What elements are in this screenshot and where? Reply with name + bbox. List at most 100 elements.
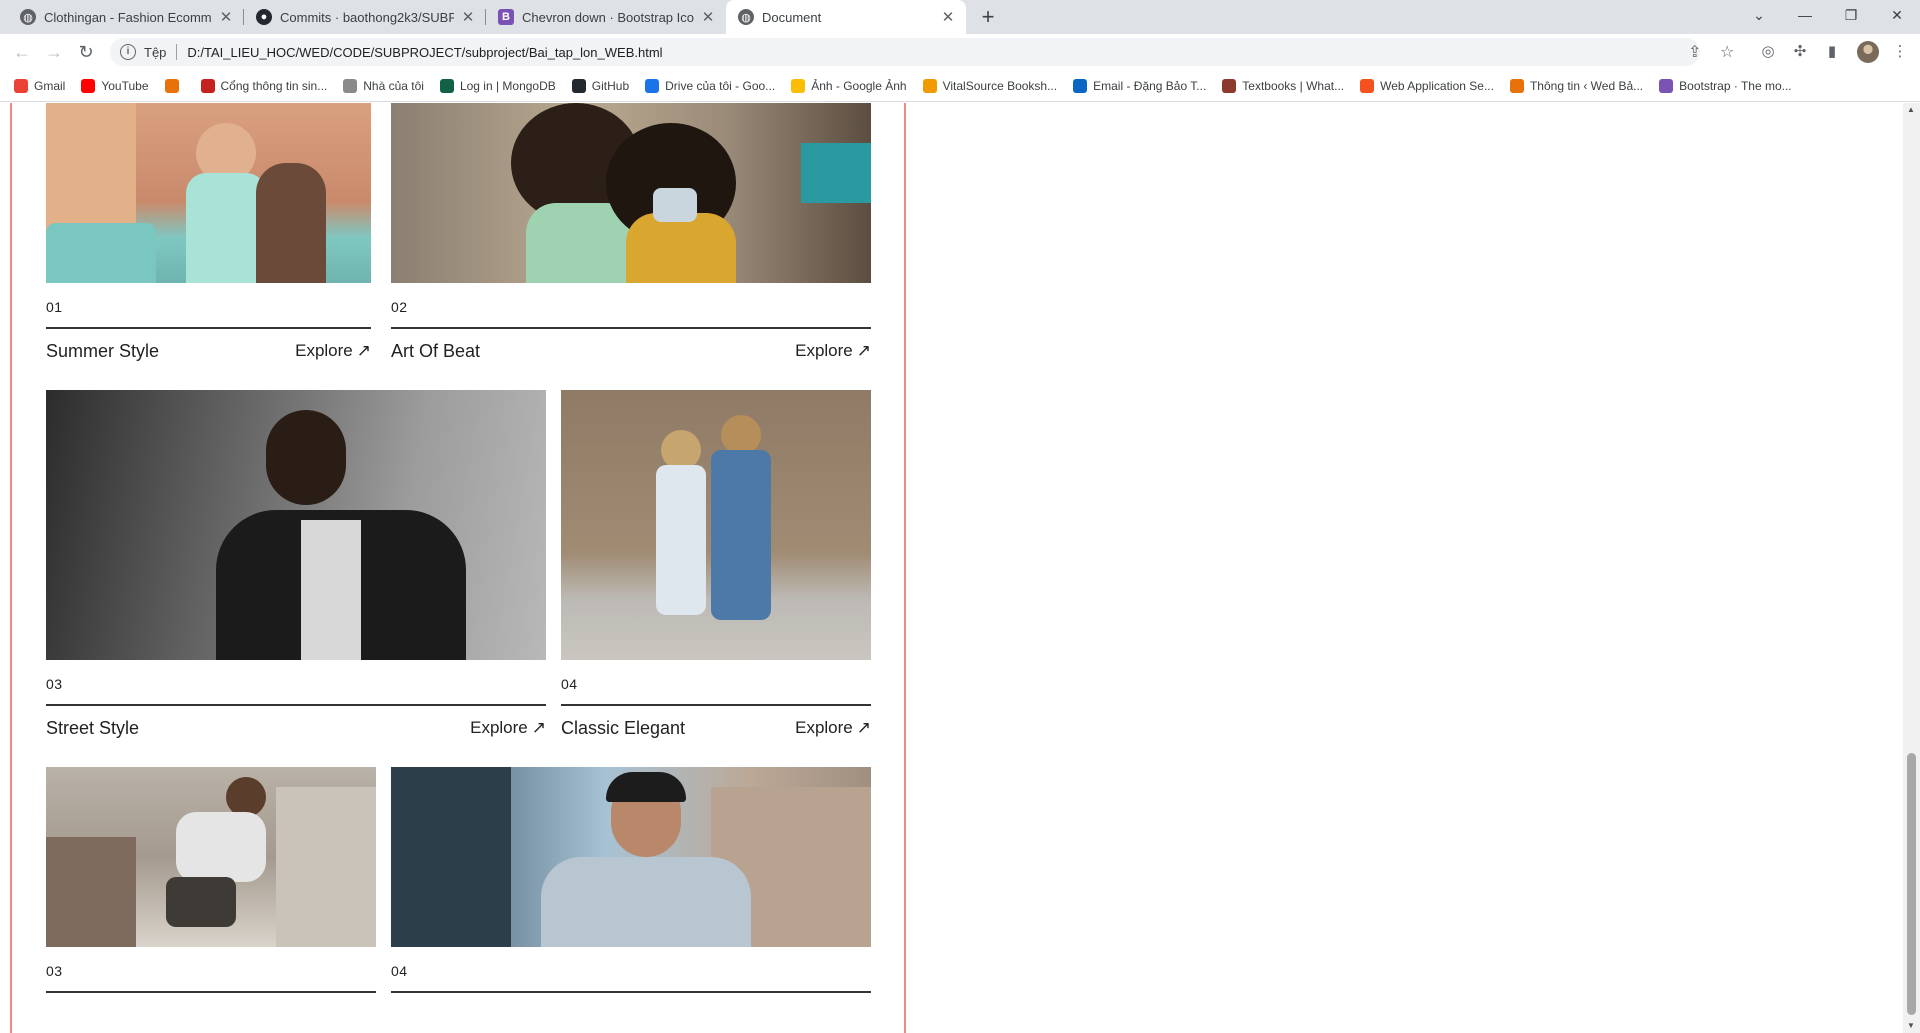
bookmark-label: Drive của tôi - Goo... [665,78,776,93]
extension-compass-icon[interactable]: ◎ [1758,42,1778,62]
address-url[interactable]: D:/TAI_LIEU_HOC/WED/CODE/SUBPROJECT/subp… [187,45,662,60]
tab-document[interactable]: ◍ Document ✕ [726,0,966,34]
explore-link[interactable]: Explore ↗ [295,341,371,361]
bookmark-item[interactable]: GitHub [571,78,630,93]
extensions-puzzle-icon[interactable]: ✣ [1790,42,1810,62]
explore-link[interactable]: Explore ↗ [470,718,546,738]
tab-commits[interactable]: ● Commits · baothong2k3/SUBPROJECT ✕ [244,0,486,34]
bookmark-favicon-icon [1222,78,1237,93]
side-panel-icon[interactable]: ▮ [1822,42,1842,62]
bookmark-label: Log in | MongoDB [459,78,556,93]
close-tab-icon[interactable]: ✕ [700,8,716,26]
close-window-icon[interactable]: ✕ [1874,0,1920,34]
profile-avatar[interactable] [1857,41,1879,63]
collection-number: 03 [46,963,63,979]
bookmark-favicon-icon [571,78,586,93]
street-style-photo [46,390,546,660]
bookmark-label: Web Application Se... [1380,78,1494,93]
bookmark-item[interactable]: YouTube [81,78,149,93]
scrollbar-thumb[interactable] [1907,753,1916,1015]
close-tab-icon[interactable]: ✕ [218,8,234,26]
bookmark-item[interactable]: VitalSource Booksh... [922,78,1058,93]
collection-name: Classic Elegant [561,718,686,738]
close-tab-icon[interactable]: ✕ [940,8,956,26]
bootstrap-icon: B [498,9,514,25]
bookmark-item[interactable]: Cổng thông tin sin... [200,78,328,93]
explore-link[interactable]: Explore ↗ [795,341,871,361]
bookmark-favicon-icon [1509,78,1524,93]
collection-divider [46,704,546,706]
bookmark-item[interactable]: Gmail [14,78,65,93]
scroll-down-arrow-icon[interactable]: ▼ [1907,1021,1915,1030]
bookmark-item[interactable]: Thông tin ‹ Wed Bả... [1509,78,1643,93]
bookmark-favicon-icon [164,78,179,93]
github-icon: ● [256,9,272,25]
bookmark-favicon-icon [343,78,358,93]
bookmark-item[interactable]: Ảnh - Google Ảnh [791,78,907,93]
collection-number: 02 [391,299,408,315]
bookmark-item[interactable]: Textbooks | What... [1222,78,1344,93]
forward-arrow-icon[interactable]: → [42,40,66,64]
collection-name: Summer Style [46,341,160,361]
collection-divider [391,991,871,993]
bookmark-favicon-icon [14,78,28,93]
explore-link[interactable]: Explore ↗ [795,718,871,738]
collection-card[interactable]: 02 Art Of Beat Explore ↗ [391,103,871,403]
restore-icon[interactable]: ❐ [1828,0,1874,34]
bookmark-star-icon[interactable]: ☆ [1720,42,1734,62]
globe-icon: ◍ [738,9,754,25]
bookmark-favicon-icon [645,78,660,93]
arrow-up-right-icon: ↗ [856,718,871,737]
share-icon[interactable]: ⇪ [1688,42,1701,62]
address-bar[interactable]: i Tệp D:/TAI_LIEU_HOC/WED/CODE/SUBPROJEC… [110,38,1700,66]
classic-elegant-photo [561,390,871,660]
tab-bootstrap-icons[interactable]: B Chevron down · Bootstrap Icons ✕ [486,0,726,34]
close-tab-icon[interactable]: ✕ [460,8,476,26]
collection-card[interactable]: 01 Summer Style Explore ↗ [46,103,371,403]
arrow-up-right-icon: ↗ [356,341,371,360]
explore-label: Explore [470,718,528,737]
tab-title: Clothingan - Fashion Ecommerce [44,9,212,25]
new-tab-button[interactable]: + [975,4,1001,30]
bookmarks-bar: Gmail YouTube Cổng thông tin sin... Nhà của… [0,70,1920,102]
address-divider [176,44,178,60]
collection-card[interactable]: 03 [46,767,376,1033]
bookmark-favicon-icon [1659,78,1674,93]
bookmark-label: GitHub [591,78,630,93]
globe-icon: ◍ [20,9,36,25]
collection-card[interactable]: 04 Classic Elegant Explore ↗ [561,390,871,760]
tab-clothingan[interactable]: ◍ Clothingan - Fashion Ecommerce ✕ [8,0,244,34]
bookmark-label: Ảnh - Google Ảnh [811,78,907,93]
art-of-beat-photo [391,103,871,283]
bookmark-item[interactable] [164,78,185,93]
browser-toolbar: ← → ↻ i Tệp D:/TAI_LIEU_HOC/WED/CODE/SUB… [0,34,1920,70]
bookmark-label: Cổng thông tin sin... [220,78,328,93]
info-icon[interactable]: i [120,44,136,60]
bookmark-item[interactable]: Email - Đặng Bảo T... [1073,78,1206,93]
bookmark-favicon-icon [439,78,454,93]
back-arrow-icon[interactable]: ← [10,40,34,64]
minimize-icon[interactable]: — [1782,0,1828,34]
bookmark-item[interactable]: Web Application Se... [1360,78,1494,93]
menu-kebab-icon[interactable]: ⋮ [1890,42,1910,62]
collection-number: 03 [46,676,63,692]
bookmark-item[interactable]: Bootstrap · The mo... [1659,78,1792,93]
collection-number: 04 [561,676,578,692]
collection-card[interactable]: 03 Street Style Explore ↗ [46,390,546,760]
collection-divider [46,327,371,329]
collection-card[interactable]: 04 [391,767,871,1033]
bookmark-label: VitalSource Booksh... [942,78,1058,93]
bookmark-item[interactable]: Drive của tôi - Goo... [645,78,776,93]
bookmark-item[interactable]: Log in | MongoDB [439,78,556,93]
scroll-up-arrow-icon[interactable]: ▲ [1907,105,1915,114]
tab-search-chevron-icon[interactable]: ⌄ [1736,0,1782,34]
collection-number: 04 [391,963,408,979]
bookmark-item[interactable]: Nhà của tôi [343,78,424,93]
explore-label: Explore [795,718,853,737]
bookmark-favicon-icon [922,78,937,93]
explore-label: Explore [795,341,853,360]
collection-divider [391,327,871,329]
reload-icon[interactable]: ↻ [74,40,98,64]
page-scrollbar[interactable]: ▲ ▼ [1903,103,1920,1033]
tab-title: Document [762,9,822,25]
